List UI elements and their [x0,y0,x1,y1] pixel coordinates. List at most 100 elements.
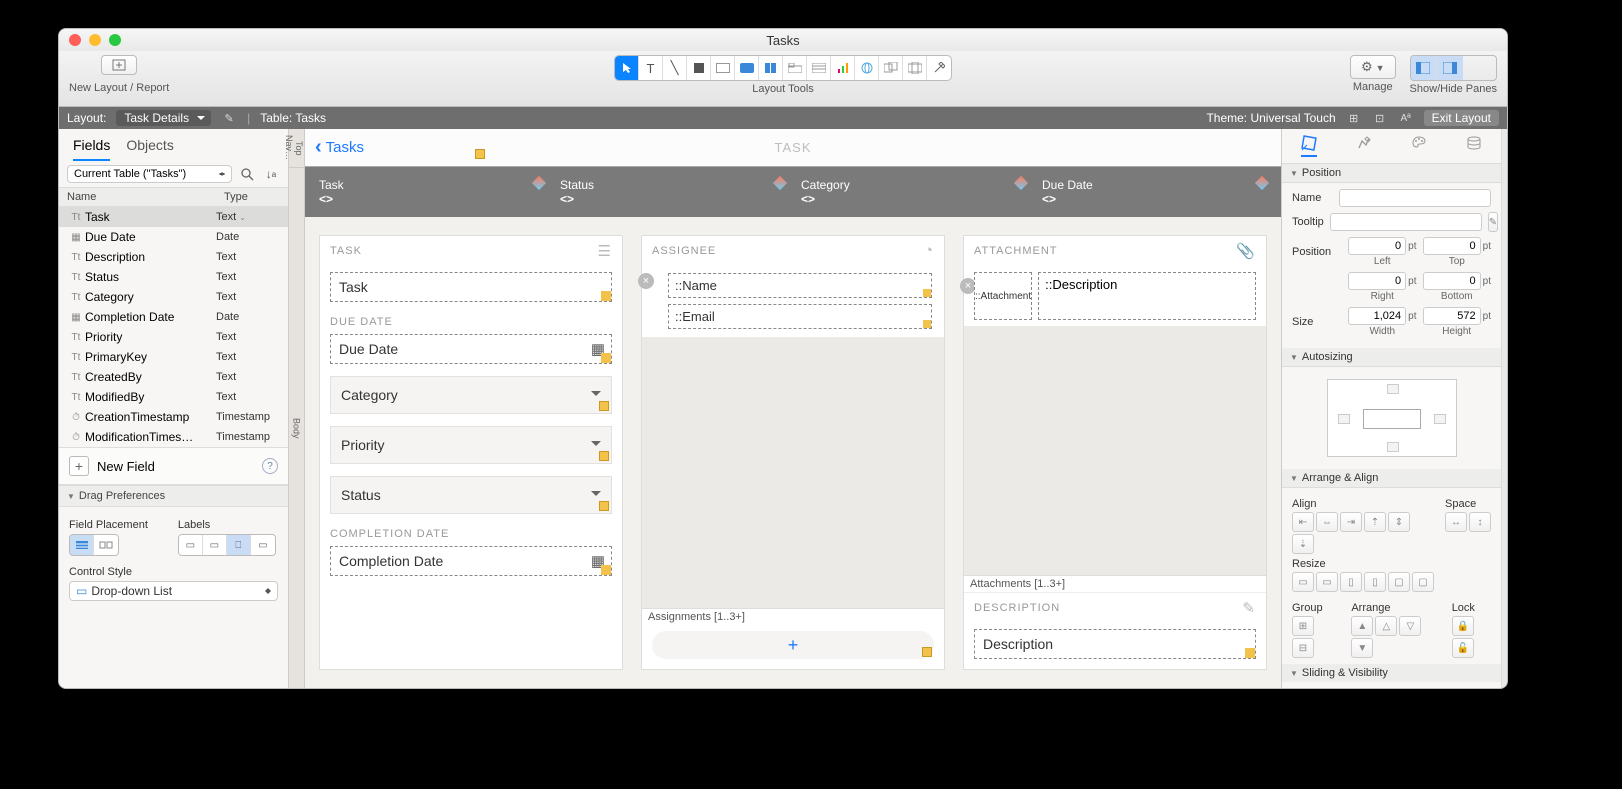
align-hcenter-icon[interactable]: ⇔ [1316,512,1338,532]
styles-tab-icon[interactable] [1356,135,1372,157]
new-layout-button[interactable] [101,55,137,75]
field-item[interactable]: ⏱CreationTimestampTimestamp [59,407,288,427]
field-item[interactable]: ▦Completion DateDate [59,307,288,327]
field-item[interactable]: TtCategoryText [59,287,288,307]
attachment-desc-field[interactable]: ::Description [1038,272,1256,320]
theme-icon-1[interactable]: ⊞ [1346,111,1362,125]
sliding-section[interactable]: Sliding & Visibility [1282,664,1501,682]
webview-tool-icon[interactable] [855,56,879,80]
field-item[interactable]: TtStatusText [59,267,288,287]
resize-icon[interactable]: ▢ [1412,572,1434,592]
resize-icon[interactable]: ▯ [1364,572,1386,592]
autosize-widget[interactable] [1327,379,1457,457]
assignments-portal[interactable]: Assignments [1..3+] [642,337,944,625]
category-select[interactable]: Category [330,376,612,414]
right-input[interactable] [1348,272,1406,290]
data-tab-icon[interactable] [1466,135,1482,157]
bottom-input[interactable] [1423,272,1481,290]
layout-selector[interactable]: Task Details [116,110,211,126]
labels-seg[interactable]: ▭▭⎕▭ [178,534,276,556]
position-tab-icon[interactable] [1301,135,1317,157]
field-item[interactable]: TtPriorityText [59,327,288,347]
assignee-email-field[interactable]: ::Email [668,304,932,329]
search-icon[interactable] [238,165,256,183]
text-tool-icon[interactable]: T [639,56,663,80]
tooltip-edit-icon[interactable]: ✎ [1488,212,1498,232]
align-left-icon[interactable]: ⇤ [1292,512,1314,532]
unlock-icon[interactable]: 🔓 [1452,638,1474,658]
add-assignee-button[interactable]: + [652,631,934,659]
manage-button[interactable]: ⚙▼ [1350,55,1396,79]
resize-icon[interactable]: ▯ [1340,572,1362,592]
text-format-icon[interactable]: Aª [1398,111,1414,125]
minimize-window[interactable] [89,34,101,46]
pencil-icon[interactable]: ✎ [221,111,237,125]
front-icon[interactable]: ▲ [1351,616,1373,636]
field-item[interactable]: TtTaskText ⌄ [59,207,288,227]
field-item[interactable]: TtModifiedByText [59,387,288,407]
right-pane-toggle[interactable] [1437,56,1463,80]
attachments-portal[interactable]: Attachments [1..3+] [964,326,1266,592]
exit-layout-button[interactable]: Exit Layout [1424,110,1499,126]
align-vcenter-icon[interactable]: ⇕ [1388,512,1410,532]
resize-icon[interactable]: ▢ [1388,572,1410,592]
tab-tool-icon[interactable] [783,56,807,80]
top-input[interactable] [1423,237,1481,255]
close-window[interactable] [69,34,81,46]
field-placement-seg[interactable] [69,534,119,556]
zoom-window[interactable] [109,34,121,46]
paperclip-icon[interactable]: 📎 [1236,242,1256,260]
height-input[interactable] [1423,307,1481,325]
space-h-icon[interactable]: ↔ [1445,512,1467,532]
back-button[interactable]: Tasks [315,136,364,159]
width-input[interactable] [1348,307,1406,325]
control-style-dropdown[interactable]: ▭Drop-down List [69,581,278,601]
field-item[interactable]: TtPrimaryKeyText [59,347,288,367]
position-section[interactable]: Position [1282,164,1501,183]
tooltip-input[interactable] [1330,213,1482,231]
space-v-icon[interactable]: ↕ [1469,512,1491,532]
table-dropdown[interactable]: Current Table ("Tasks") [67,165,232,183]
align-bottom-icon[interactable]: ⇣ [1292,534,1314,554]
slider-tool-icon[interactable] [903,56,927,80]
field-item[interactable]: ▦Due DateDate [59,227,288,247]
sort-icon[interactable]: ↓a [262,165,280,183]
list-icon[interactable]: ☰ [598,242,612,260]
arrange-section[interactable]: Arrange & Align [1282,469,1501,488]
group-icon[interactable]: ⊞ [1292,616,1314,636]
priority-select[interactable]: Priority [330,426,612,464]
new-field-button[interactable]: + New Field ? [59,447,288,485]
person-icon[interactable]: ◔ [924,242,934,259]
line-tool-icon[interactable]: ╲ [663,56,687,80]
status-select[interactable]: Status [330,476,612,514]
left-input[interactable] [1348,237,1406,255]
layout-canvas[interactable]: Tasks TASK Task<>Status<>Category<>Due D… [305,129,1281,688]
drag-prefs-header[interactable]: Drag Preferences [59,485,288,507]
scrollbar[interactable] [1501,129,1507,688]
picker-tool-icon[interactable] [927,56,951,80]
left-pane-toggle[interactable] [1411,56,1437,80]
field-item[interactable]: TtCreatedByText [59,367,288,387]
tab-objects[interactable]: Objects [126,137,173,161]
resize-icon[interactable]: ▭ [1316,572,1338,592]
portal-tool-icon[interactable] [807,56,831,80]
lock-icon[interactable]: 🔒 [1452,616,1474,636]
task-field[interactable]: Task [330,272,612,302]
due-date-field[interactable]: Due Date▦ [330,334,612,364]
name-input[interactable] [1339,189,1491,207]
ungroup-icon[interactable]: ⊟ [1292,638,1314,658]
delete-icon[interactable]: × [638,273,654,289]
popover-tool-icon[interactable] [879,56,903,80]
autosizing-section[interactable]: Autosizing [1282,348,1501,367]
forward-icon[interactable]: △ [1375,616,1397,636]
selection-tool-icon[interactable] [615,56,639,80]
resize-icon[interactable]: ▭ [1292,572,1314,592]
tab-fields[interactable]: Fields [73,137,110,161]
align-right-icon[interactable]: ⇥ [1340,512,1362,532]
field-tool-icon[interactable] [711,56,735,80]
appearance-tab-icon[interactable] [1411,135,1427,157]
description-field[interactable]: Description [974,629,1256,659]
buttonbar-tool-icon[interactable] [759,56,783,80]
backward-icon[interactable]: ▽ [1399,616,1421,636]
chart-tool-icon[interactable] [831,56,855,80]
